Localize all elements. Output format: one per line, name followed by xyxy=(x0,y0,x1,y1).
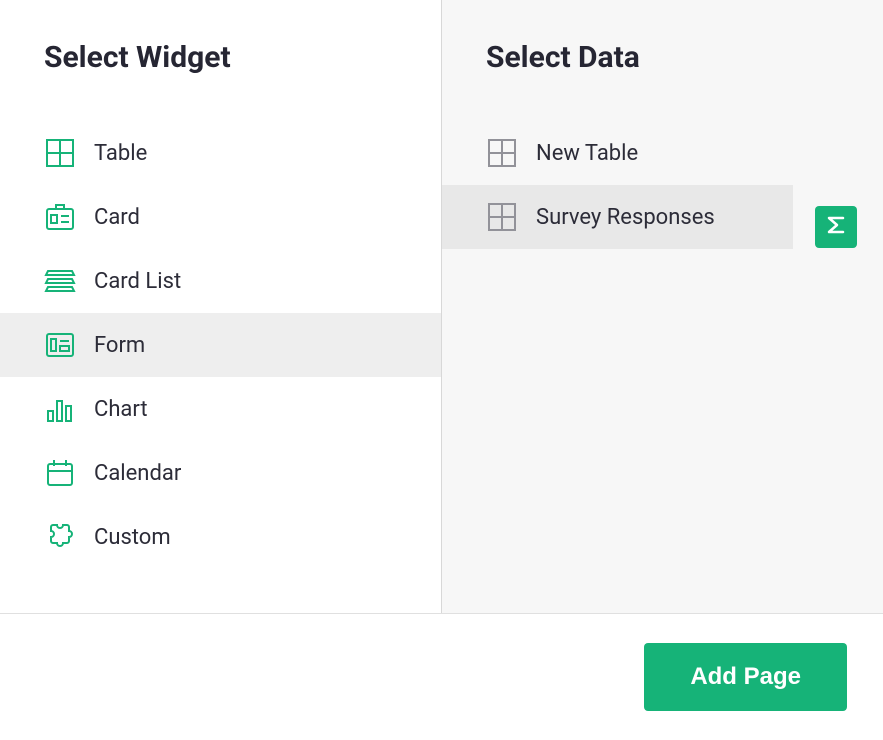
calendar-icon xyxy=(44,457,76,489)
data-item-label: Survey Responses xyxy=(536,205,715,230)
custom-icon xyxy=(44,521,76,553)
widget-item-label: Card xyxy=(94,205,140,230)
table-icon xyxy=(486,201,518,233)
select-data-title: Select Data xyxy=(442,40,883,121)
widget-item-chart[interactable]: Chart xyxy=(0,377,441,441)
widget-item-calendar[interactable]: Calendar xyxy=(0,441,441,505)
widget-item-label: Card List xyxy=(94,269,181,294)
summary-button[interactable] xyxy=(815,206,857,248)
cardlist-icon xyxy=(44,265,76,297)
widget-item-label: Table xyxy=(94,141,147,166)
widget-item-card[interactable]: Card xyxy=(0,185,441,249)
widget-item-custom[interactable]: Custom xyxy=(0,505,441,569)
widget-item-table[interactable]: Table xyxy=(0,121,441,185)
card-icon xyxy=(44,201,76,233)
widget-item-label: Custom xyxy=(94,525,171,550)
add-page-button[interactable]: Add Page xyxy=(644,643,847,711)
select-widget-title: Select Widget xyxy=(0,40,441,121)
widget-item-label: Chart xyxy=(94,397,148,422)
select-widget-panel: Select Widget Table xyxy=(0,0,442,613)
footer: Add Page xyxy=(0,614,883,740)
widget-item-cardlist[interactable]: Card List xyxy=(0,249,441,313)
widget-item-form[interactable]: Form xyxy=(0,313,441,377)
data-item-new-table[interactable]: New Table xyxy=(442,121,793,185)
select-data-panel: Select Data New Table xyxy=(442,0,883,613)
widget-item-label: Form xyxy=(94,333,145,358)
data-item-label: New Table xyxy=(536,141,638,166)
table-icon xyxy=(486,137,518,169)
chart-icon xyxy=(44,393,76,425)
sigma-icon xyxy=(824,213,848,241)
table-icon xyxy=(44,137,76,169)
form-icon xyxy=(44,329,76,361)
widget-item-label: Calendar xyxy=(94,461,181,486)
data-item-survey-responses[interactable]: Survey Responses xyxy=(442,185,793,249)
